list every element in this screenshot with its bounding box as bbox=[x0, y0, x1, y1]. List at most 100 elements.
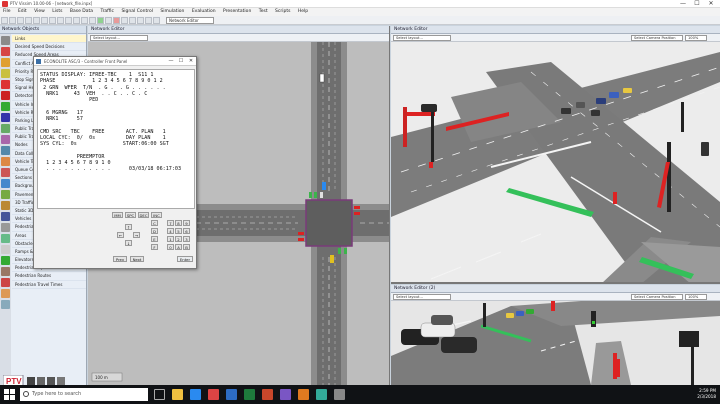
speed-icon[interactable] bbox=[121, 17, 128, 24]
excel-icon[interactable] bbox=[244, 389, 255, 400]
list-item[interactable]: Pedestrian Travel Times bbox=[12, 281, 86, 289]
list-item[interactable]: Pedestrian Routes bbox=[12, 272, 86, 281]
paste-icon[interactable] bbox=[57, 17, 64, 24]
select-icon[interactable] bbox=[89, 17, 96, 24]
menu-view[interactable]: View bbox=[31, 8, 48, 16]
zoom-in-icon[interactable] bbox=[65, 17, 72, 24]
editor1-layout-dropdown[interactable]: Select layout... bbox=[90, 35, 148, 41]
word-icon[interactable] bbox=[226, 389, 237, 400]
menu-edit[interactable]: Edit bbox=[15, 8, 30, 16]
network-editor-3d[interactable]: Network Editor Select layout... Select C… bbox=[391, 26, 720, 284]
menu-presentation[interactable]: Presentation bbox=[220, 8, 254, 16]
network-editor-3d-secondary[interactable]: Network Editor (2) Select layout... Sele… bbox=[391, 285, 720, 385]
editor2-zoom-dropdown[interactable]: 100% bbox=[685, 35, 707, 41]
key-up-arrow[interactable]: ↑ bbox=[125, 224, 132, 230]
static-model-icon[interactable] bbox=[1, 267, 10, 276]
file-explorer-icon[interactable] bbox=[172, 389, 183, 400]
onenote-icon[interactable] bbox=[280, 389, 291, 400]
menu-file[interactable]: File bbox=[0, 8, 14, 16]
key-inc[interactable]: INC bbox=[151, 212, 162, 218]
list-item[interactable]: Desired Speed Decisions bbox=[12, 43, 86, 52]
background-image-icon[interactable] bbox=[1, 234, 10, 243]
key-0[interactable]: 0 bbox=[167, 244, 174, 250]
new-file-icon[interactable] bbox=[1, 17, 8, 24]
vehicle-route-icon[interactable] bbox=[1, 135, 10, 144]
conflict-area-icon[interactable] bbox=[1, 69, 10, 78]
key-d[interactable]: D bbox=[151, 228, 158, 234]
reduced-speed-icon[interactable] bbox=[1, 58, 10, 67]
section-icon[interactable] bbox=[1, 223, 10, 232]
editor2-camera-dropdown[interactable]: Select Camera Position bbox=[631, 35, 683, 41]
windows-start-icon[interactable] bbox=[4, 389, 15, 400]
dialog-close-button[interactable]: ✕ bbox=[186, 57, 196, 66]
signal-head-icon[interactable] bbox=[1, 102, 10, 111]
menu-test[interactable]: Test bbox=[256, 8, 271, 16]
key-e[interactable]: E bbox=[151, 236, 158, 242]
key-down-arrow[interactable]: ↓ bbox=[125, 240, 132, 246]
priority-rule-icon[interactable] bbox=[1, 80, 10, 89]
key-spc[interactable]: SPC bbox=[125, 212, 136, 218]
menu-scripts[interactable]: Scripts bbox=[272, 8, 293, 16]
edge-browser-icon[interactable] bbox=[190, 389, 201, 400]
vissim-taskbar-icon[interactable] bbox=[208, 389, 219, 400]
key-4[interactable]: 4 bbox=[167, 228, 174, 234]
list-item-links[interactable]: Links bbox=[12, 35, 86, 44]
key-2[interactable]: 2 bbox=[175, 236, 182, 242]
key-b[interactable]: B bbox=[183, 244, 190, 250]
vehicle-input-icon[interactable] bbox=[1, 124, 10, 133]
dialog-title-bar[interactable]: ECONOLITE ASC/3 - Controller Front Panel… bbox=[34, 57, 196, 66]
next-button[interactable]: Next bbox=[130, 256, 144, 262]
key-7[interactable]: 7 bbox=[167, 220, 174, 226]
key-right-arrow[interactable]: → bbox=[133, 232, 140, 238]
menu-signal-control[interactable]: Signal Control bbox=[118, 8, 156, 16]
undo-icon[interactable] bbox=[25, 17, 32, 24]
link-icon[interactable] bbox=[1, 36, 10, 45]
key-8[interactable]: 8 bbox=[175, 220, 182, 226]
app-icon[interactable] bbox=[298, 389, 309, 400]
app-icon[interactable] bbox=[334, 389, 345, 400]
dialog-minimize-button[interactable]: — bbox=[166, 57, 176, 66]
data-point-icon[interactable] bbox=[1, 190, 10, 199]
dialog-maximize-button[interactable]: ☐ bbox=[176, 57, 186, 66]
key-dec[interactable]: DEC bbox=[138, 212, 149, 218]
close-button[interactable]: ✕ bbox=[704, 0, 718, 7]
record-icon[interactable] bbox=[137, 17, 144, 24]
key-f[interactable]: F bbox=[151, 244, 158, 250]
step-icon[interactable] bbox=[105, 17, 112, 24]
speed-decision-icon[interactable] bbox=[1, 47, 10, 56]
editor3-zoom-dropdown[interactable]: 100% bbox=[685, 294, 707, 300]
editor3-camera-dropdown[interactable]: Select Camera Position bbox=[631, 294, 683, 300]
travel-time-icon[interactable] bbox=[1, 201, 10, 210]
key-3[interactable]: 3 bbox=[183, 236, 190, 242]
pavement-marking-icon[interactable] bbox=[1, 245, 10, 254]
area-icon[interactable] bbox=[1, 300, 10, 309]
camera-icon[interactable] bbox=[129, 17, 136, 24]
editor3-layout-dropdown[interactable]: Select layout... bbox=[393, 294, 451, 300]
menu-lists[interactable]: Lists bbox=[49, 8, 65, 16]
queue-counter-icon[interactable] bbox=[1, 212, 10, 221]
redo-icon[interactable] bbox=[33, 17, 40, 24]
cut-icon[interactable] bbox=[41, 17, 48, 24]
open-file-icon[interactable] bbox=[9, 17, 16, 24]
key-1[interactable]: 1 bbox=[167, 236, 174, 242]
save-icon[interactable] bbox=[17, 17, 24, 24]
menu-base-data[interactable]: Base Data bbox=[67, 8, 96, 16]
maximize-button[interactable]: ☐ bbox=[690, 0, 704, 7]
system-tray[interactable]: 2:59 PM 2/3/2018 bbox=[697, 385, 716, 404]
app-icon[interactable] bbox=[316, 389, 327, 400]
key-c[interactable]: C bbox=[151, 220, 158, 226]
pan-icon[interactable] bbox=[81, 17, 88, 24]
view-3d-secondary-canvas[interactable] bbox=[391, 301, 720, 385]
pedestrians-icon[interactable] bbox=[1, 289, 10, 298]
toolbar-editor-dropdown[interactable]: Network Editor bbox=[166, 17, 214, 24]
task-view-icon[interactable] bbox=[154, 389, 165, 400]
detector-icon[interactable] bbox=[1, 113, 10, 122]
menu-simulation[interactable]: Simulation bbox=[157, 8, 187, 16]
zoom-out-icon[interactable] bbox=[73, 17, 80, 24]
prev-button[interactable]: Prev bbox=[113, 256, 127, 262]
layer-icon[interactable] bbox=[145, 17, 152, 24]
stop-sign-icon[interactable] bbox=[1, 91, 10, 100]
taskbar-search-input[interactable]: Type here to search bbox=[20, 388, 148, 401]
menu-help[interactable]: Help bbox=[295, 8, 311, 16]
pt-line-icon[interactable] bbox=[1, 168, 10, 177]
